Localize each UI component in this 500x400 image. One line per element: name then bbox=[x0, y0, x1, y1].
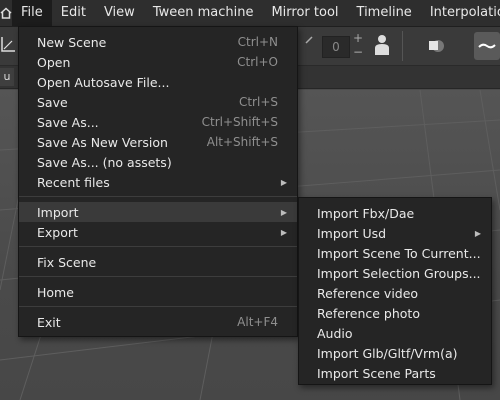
menu-file[interactable]: File bbox=[12, 0, 52, 26]
menu-item-open-autosave[interactable]: Open Autosave File... bbox=[19, 72, 297, 92]
menu-interpolation[interactable]: Interpolation bbox=[421, 0, 500, 26]
submenu-item-import-scene-parts[interactable]: Import Scene Parts bbox=[299, 363, 491, 383]
menu-item-label: Import Scene To Current... bbox=[317, 245, 481, 261]
submenu-item-import-usd[interactable]: Import Usd ▶ bbox=[299, 223, 491, 243]
menu-item-label: Exit bbox=[37, 314, 61, 330]
menu-item-label: Fix Scene bbox=[37, 254, 97, 270]
menu-edit[interactable]: Edit bbox=[52, 0, 95, 26]
menu-item-label: Import Glb/Gltf/Vrm(a) bbox=[317, 345, 458, 361]
menu-item-import[interactable]: Import ▶ bbox=[19, 202, 297, 222]
submenu-item-reference-photo[interactable]: Reference photo bbox=[299, 303, 491, 323]
submenu-item-import-fbx-dae[interactable]: Import Fbx/Dae bbox=[299, 203, 491, 223]
menu-separator bbox=[19, 276, 297, 277]
menu-item-label: Open Autosave File... bbox=[37, 74, 170, 90]
submenu-item-import-selection-groups[interactable]: Import Selection Groups... bbox=[299, 263, 491, 283]
menu-item-label: Save bbox=[37, 94, 68, 110]
submenu-item-import-scene-to-current[interactable]: Import Scene To Current... bbox=[299, 243, 491, 263]
menu-item-shortcut: Alt+F4 bbox=[237, 315, 278, 329]
submenu-item-import-glb-gltf-vrm[interactable]: Import Glb/Gltf/Vrm(a) bbox=[299, 343, 491, 363]
menu-item-label: Recent files bbox=[37, 174, 110, 190]
menu-item-label: Open bbox=[37, 54, 71, 70]
menu-item-exit[interactable]: Exit Alt+F4 bbox=[19, 312, 297, 332]
menu-separator bbox=[19, 306, 297, 307]
menu-item-open[interactable]: Open Ctrl+O bbox=[19, 52, 297, 72]
menu-item-label: Home bbox=[37, 284, 74, 300]
menu-item-label: Import bbox=[37, 204, 79, 220]
menu-item-shortcut: Ctrl+N bbox=[237, 35, 278, 49]
key-icon[interactable] bbox=[304, 33, 314, 49]
menu-item-label: Import Selection Groups... bbox=[317, 265, 481, 281]
menu-separator bbox=[19, 196, 297, 197]
menu-item-shortcut: Alt+Shift+S bbox=[206, 135, 278, 149]
menu-item-label: Import Usd bbox=[317, 225, 387, 241]
toolbar-divider bbox=[402, 31, 403, 61]
axis-icon[interactable] bbox=[0, 35, 16, 57]
submenu-item-reference-video[interactable]: Reference video bbox=[299, 283, 491, 303]
menu-item-home[interactable]: Home bbox=[19, 282, 297, 302]
menu-item-save[interactable]: Save Ctrl+S bbox=[19, 92, 297, 112]
submenu-arrow-icon: ▶ bbox=[280, 177, 287, 187]
submenu-item-audio[interactable]: Audio bbox=[299, 323, 491, 343]
menu-item-new-scene[interactable]: New Scene Ctrl+N bbox=[19, 32, 297, 52]
submenu-arrow-icon: ▶ bbox=[280, 207, 287, 217]
menu-item-recent-files[interactable]: Recent files ▶ bbox=[19, 172, 297, 192]
decrement-button[interactable]: − bbox=[353, 45, 363, 59]
menu-item-save-as[interactable]: Save As... Ctrl+Shift+S bbox=[19, 112, 297, 132]
menu-separator bbox=[19, 246, 297, 247]
menu-item-shortcut: Ctrl+Shift+S bbox=[201, 115, 278, 129]
menu-item-fix-scene[interactable]: Fix Scene bbox=[19, 252, 297, 272]
menu-item-label: Audio bbox=[317, 325, 353, 341]
menu-item-save-as-no-assets[interactable]: Save As... (no assets) bbox=[19, 152, 297, 172]
tab-item[interactable]: u bbox=[0, 68, 14, 86]
menu-item-label: Reference video bbox=[317, 285, 419, 301]
increment-button[interactable]: + bbox=[353, 31, 363, 45]
home-icon[interactable] bbox=[0, 0, 12, 26]
menu-item-label: Save As... (no assets) bbox=[37, 154, 172, 170]
menu-item-shortcut: Ctrl+O bbox=[237, 55, 278, 69]
file-menu: New Scene Ctrl+N Open Ctrl+O Open Autosa… bbox=[18, 26, 298, 337]
person-icon[interactable] bbox=[372, 34, 392, 60]
menu-item-label: Save As... bbox=[37, 114, 99, 130]
menu-timeline[interactable]: Timeline bbox=[348, 0, 421, 26]
menu-item-label: Import Scene Parts bbox=[317, 365, 436, 381]
menu-item-label: Save As New Version bbox=[37, 134, 168, 150]
import-submenu: Import Fbx/Dae Import Usd ▶ Import Scene… bbox=[298, 197, 492, 385]
menu-item-export[interactable]: Export ▶ bbox=[19, 222, 297, 242]
menu-view[interactable]: View bbox=[95, 0, 144, 26]
submenu-arrow-icon: ▶ bbox=[280, 227, 287, 237]
shading-icon[interactable] bbox=[426, 36, 446, 60]
menu-mirror-tool[interactable]: Mirror tool bbox=[262, 0, 347, 26]
menu-item-shortcut: Ctrl+S bbox=[238, 95, 278, 109]
menu-item-label: Import Fbx/Dae bbox=[317, 205, 415, 221]
menu-item-label: Export bbox=[37, 224, 78, 240]
menu-bar: File Edit View Tween machine Mirror tool… bbox=[0, 0, 500, 27]
menu-item-label: New Scene bbox=[37, 34, 107, 50]
curve-mode-button[interactable] bbox=[474, 32, 500, 60]
menu-tween-machine[interactable]: Tween machine bbox=[144, 0, 263, 26]
menu-item-label: Reference photo bbox=[317, 305, 420, 321]
submenu-arrow-icon: ▶ bbox=[474, 228, 481, 238]
frame-field[interactable]: 0 bbox=[322, 36, 350, 58]
menu-item-save-as-new-version[interactable]: Save As New Version Alt+Shift+S bbox=[19, 132, 297, 152]
